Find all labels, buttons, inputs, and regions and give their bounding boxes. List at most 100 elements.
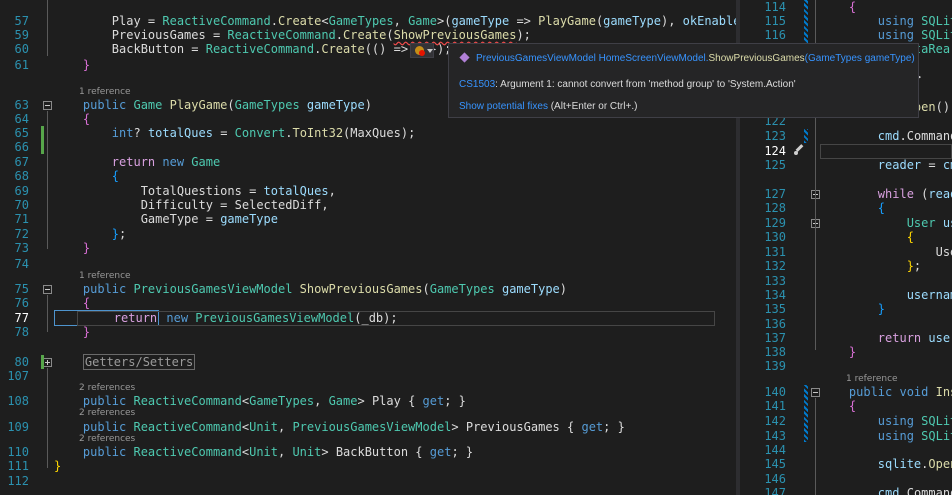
code-text[interactable]: User user [820, 216, 952, 230]
code-line[interactable]: 114 { [740, 0, 952, 14]
code-text[interactable]: } [54, 459, 61, 473]
code-text[interactable]: } [54, 58, 90, 72]
code-text[interactable]: { [54, 296, 90, 310]
code-text[interactable]: { [820, 399, 856, 413]
fold-toggle-insert[interactable] [811, 388, 820, 397]
codelens-references[interactable]: 1 reference [79, 271, 131, 281]
code-text[interactable]: }; [820, 259, 921, 273]
code-text[interactable]: } [54, 325, 90, 339]
code-text[interactable]: { [820, 0, 856, 14]
error-code-link[interactable]: CS1503 [459, 79, 495, 90]
code-line[interactable]: 142 using SQLiteC [740, 414, 952, 428]
code-text[interactable]: cmd.CommandTe [820, 129, 952, 143]
code-text[interactable]: { [820, 201, 885, 215]
code-line[interactable]: 69 TotalQuestions = totalQues, [0, 184, 736, 198]
code-text[interactable]: User [820, 245, 952, 259]
code-line[interactable]: 66 [0, 140, 736, 154]
code-line[interactable]: 133 [740, 274, 952, 288]
code-line[interactable]: 143 using SQLiteC [740, 429, 952, 443]
code-text[interactable]: public PreviousGamesViewModel ShowPrevio… [54, 282, 567, 296]
code-text[interactable]: }; [54, 227, 126, 241]
code-line[interactable]: 57 Play = ReactiveCommand.Create<GameTyp… [0, 14, 736, 28]
code-text[interactable]: public Game PlayGame(GameTypes gameType) [54, 98, 372, 112]
codelens-references[interactable]: 1 reference [79, 87, 131, 97]
code-line[interactable]: 130 { [740, 230, 952, 244]
codelens-references[interactable]: 2 references [79, 434, 135, 444]
code-line[interactable]: 59 PreviousGames = ReactiveCommand.Creat… [0, 28, 736, 42]
code-line[interactable]: 72 }; [0, 227, 736, 241]
code-text[interactable]: public ReactiveCommand<GameTypes, Game> … [54, 394, 466, 408]
code-line[interactable]: 146 [740, 472, 952, 486]
code-line[interactable]: 127 while (reader [740, 187, 952, 201]
codelens-references[interactable]: 2 references [79, 383, 135, 393]
code-line[interactable]: 112 [0, 474, 736, 488]
code-text[interactable]: GameType = gameType [54, 212, 278, 226]
code-text[interactable]: public ReactiveCommand<Unit, PreviousGam… [54, 420, 625, 434]
code-text[interactable]: public ReactiveCommand<Unit, Unit> BackB… [54, 445, 473, 459]
code-text[interactable]: return userna [820, 331, 952, 345]
signature-method[interactable]: ShowPreviousGames [709, 53, 805, 64]
code-text[interactable]: using SQLiteC [820, 28, 952, 42]
paintbrush-icon[interactable] [793, 144, 804, 155]
code-line[interactable]: 67 return new Game [0, 155, 736, 169]
code-line[interactable]: 74 [0, 257, 736, 271]
code-text[interactable]: { [54, 169, 119, 183]
code-line[interactable]: 128 { [740, 201, 952, 215]
code-line[interactable]: 80 Getters/Setters [0, 354, 736, 370]
code-text[interactable]: BackButton = ReactiveCommand.Create(() =… [54, 42, 452, 56]
code-text[interactable]: Getters/Setters [54, 354, 196, 370]
code-text[interactable]: } [820, 345, 856, 359]
code-line[interactable]: 136 [740, 317, 952, 331]
code-line[interactable]: 147 cmd.Command [740, 486, 952, 495]
code-text[interactable]: cmd.Command [820, 486, 952, 495]
code-line[interactable]: 65 int? totalQues = Convert.ToInt32(MaxQ… [0, 126, 736, 140]
code-line[interactable]: 111} [0, 459, 736, 473]
code-line[interactable]: 134 usernames [740, 288, 952, 302]
code-text[interactable]: return new Game [54, 155, 220, 169]
code-line[interactable]: 68 { [0, 169, 736, 183]
fold-toggle-playgame[interactable] [43, 101, 52, 110]
code-text[interactable]: TotalQuestions = totalQues, [54, 184, 336, 198]
code-text[interactable]: Play = ReactiveCommand.Create<GameTypes,… [54, 14, 736, 28]
code-line[interactable]: 131 User [740, 245, 952, 259]
code-line[interactable]: 123 cmd.CommandTe [740, 129, 952, 143]
code-line[interactable]: 116 using SQLiteC [740, 28, 952, 42]
code-text[interactable]: { [54, 112, 90, 126]
code-line[interactable]: 76 { [0, 296, 736, 310]
codelens-references[interactable]: 1 reference [846, 374, 898, 384]
code-line[interactable]: 108 public ReactiveCommand<GameTypes, Ga… [0, 394, 736, 408]
code-line[interactable]: 132 }; [740, 259, 952, 273]
code-text[interactable]: reader = cmd [820, 158, 952, 172]
code-text[interactable]: Difficulty = SelectedDiff, [54, 198, 329, 212]
code-text[interactable]: } [820, 302, 885, 316]
code-text[interactable]: using SQLiteC [820, 429, 952, 443]
code-text[interactable]: public void Inser [820, 385, 952, 399]
code-line[interactable]: 109 public ReactiveCommand<Unit, Previou… [0, 420, 736, 434]
code-text[interactable]: } [54, 241, 90, 255]
code-text[interactable]: using SQLiteC [820, 414, 952, 428]
code-line[interactable]: 73 } [0, 241, 736, 255]
code-line[interactable]: 107 [0, 369, 736, 383]
show-potential-fixes-link[interactable]: Show potential fixes [459, 101, 548, 112]
code-text[interactable]: { [820, 230, 914, 244]
code-line[interactable]: 71 GameType = gameType [0, 212, 736, 226]
code-line[interactable]: 144 [740, 443, 952, 457]
code-line[interactable]: 115 using SQLite [740, 14, 952, 28]
code-text[interactable]: sqlite.Open() [820, 457, 952, 471]
signature-link[interactable]: PreviousGamesViewModel HomeScreenViewMod… [476, 53, 709, 64]
code-line[interactable]: 75 public PreviousGamesViewModel ShowPre… [0, 282, 736, 296]
code-line[interactable]: 141 { [740, 399, 952, 413]
code-line[interactable]: 125 reader = cmd [740, 158, 952, 172]
code-line[interactable]: 135 } [740, 302, 952, 316]
code-text[interactable]: while (reader [820, 187, 952, 201]
codelens-references[interactable]: 2 references [79, 408, 135, 418]
code-line[interactable]: 138 } [740, 345, 952, 359]
code-line[interactable]: 139 [740, 359, 952, 373]
code-text[interactable]: usernames [820, 288, 952, 302]
code-line[interactable]: 137 return userna [740, 331, 952, 345]
fold-toggle-showpreviousgames[interactable] [43, 285, 52, 294]
code-line[interactable]: 129 User user [740, 216, 952, 230]
code-line[interactable]: 70 Difficulty = SelectedDiff, [0, 198, 736, 212]
code-text[interactable]: using SQLite [820, 14, 952, 28]
code-line[interactable]: 140 public void Inser [740, 385, 952, 399]
